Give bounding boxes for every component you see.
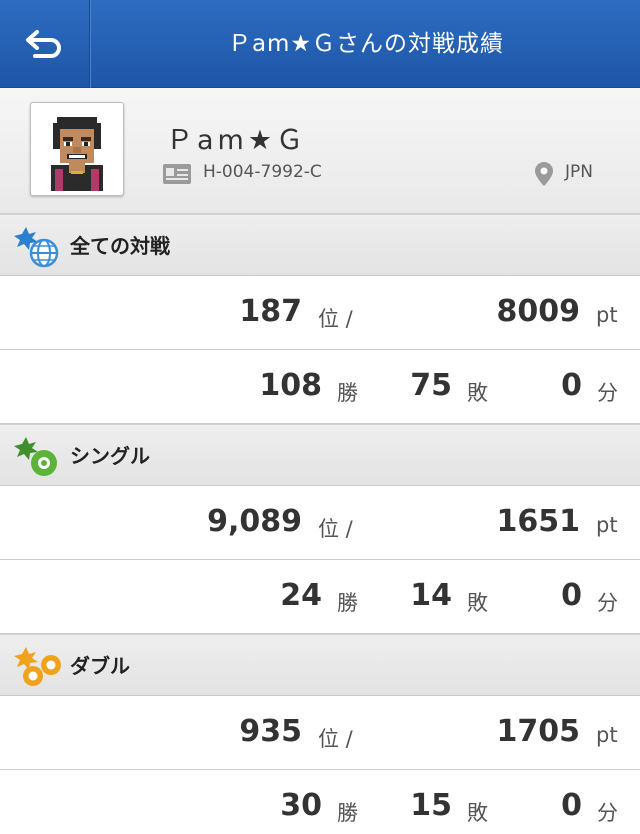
points-unit: pt bbox=[596, 513, 618, 537]
section-title: シングル bbox=[70, 444, 150, 468]
section-header-double: ダブル bbox=[0, 634, 640, 696]
player-profile: Ｐam★Ｇ H-004-7992-C JPN bbox=[0, 88, 640, 214]
losses-unit: 敗 bbox=[467, 591, 488, 615]
avatar[interactable] bbox=[30, 102, 124, 196]
title-bar: Ｐam★Ｇさんの対戦成績 bbox=[0, 0, 640, 88]
rank-value: 187 bbox=[239, 294, 302, 329]
rank-value: 9,089 bbox=[207, 504, 302, 539]
double-battle-icon bbox=[14, 647, 61, 686]
rank-points-row: 187 位 / 8009 pt bbox=[0, 276, 640, 350]
rank-value: 935 bbox=[239, 714, 302, 749]
win-loss-row: 30 勝 15 敗 0 分 bbox=[0, 770, 640, 834]
rank-unit: 位 / bbox=[318, 307, 353, 331]
points-value: 1651 bbox=[496, 504, 581, 539]
section-header-all-battles: 全ての対戦 bbox=[0, 214, 640, 276]
rank-points-row: 9,089 位 / 1651 pt bbox=[0, 486, 640, 560]
rank-unit: 位 / bbox=[318, 727, 353, 751]
rank-points-row: 935 位 / 1705 pt bbox=[0, 696, 640, 770]
trainer-avatar-image bbox=[35, 107, 119, 191]
draws-value: 0 bbox=[561, 368, 582, 403]
points-unit: pt bbox=[596, 723, 618, 747]
wins-value: 24 bbox=[280, 578, 322, 613]
back-button[interactable] bbox=[0, 0, 90, 88]
points-unit: pt bbox=[596, 303, 618, 327]
draws-unit: 分 bbox=[597, 381, 618, 405]
page-title: Ｐam★Ｇさんの対戦成績 bbox=[227, 31, 505, 57]
back-arrow-icon bbox=[26, 30, 61, 58]
globe-battle-icon bbox=[14, 227, 59, 268]
rank-unit: 位 / bbox=[318, 517, 353, 541]
player-id: H-004-7992-C bbox=[203, 162, 322, 182]
points-value: 1705 bbox=[496, 714, 581, 749]
wins-unit: 勝 bbox=[337, 591, 358, 615]
wins-value: 30 bbox=[280, 788, 322, 823]
losses-value: 15 bbox=[410, 788, 452, 823]
country-code: JPN bbox=[565, 162, 593, 182]
location-pin-icon bbox=[535, 162, 553, 186]
player-name: Ｐam★Ｇ bbox=[166, 125, 308, 156]
draws-unit: 分 bbox=[597, 801, 618, 825]
wins-unit: 勝 bbox=[337, 381, 358, 405]
section-title: ダブル bbox=[70, 654, 130, 678]
draws-unit: 分 bbox=[597, 591, 618, 615]
losses-value: 75 bbox=[410, 368, 452, 403]
losses-unit: 敗 bbox=[467, 801, 488, 825]
id-card-icon bbox=[163, 164, 191, 184]
section-title: 全ての対戦 bbox=[70, 234, 170, 258]
draws-value: 0 bbox=[561, 578, 582, 613]
wins-value: 108 bbox=[259, 368, 322, 403]
wins-unit: 勝 bbox=[337, 801, 358, 825]
single-battle-icon bbox=[14, 437, 57, 476]
section-header-single: シングル bbox=[0, 424, 640, 486]
win-loss-row: 108 勝 75 敗 0 分 bbox=[0, 350, 640, 424]
losses-value: 14 bbox=[410, 578, 452, 613]
draws-value: 0 bbox=[561, 788, 582, 823]
losses-unit: 敗 bbox=[467, 381, 488, 405]
win-loss-row: 24 勝 14 敗 0 分 bbox=[0, 560, 640, 634]
points-value: 8009 bbox=[496, 294, 581, 329]
